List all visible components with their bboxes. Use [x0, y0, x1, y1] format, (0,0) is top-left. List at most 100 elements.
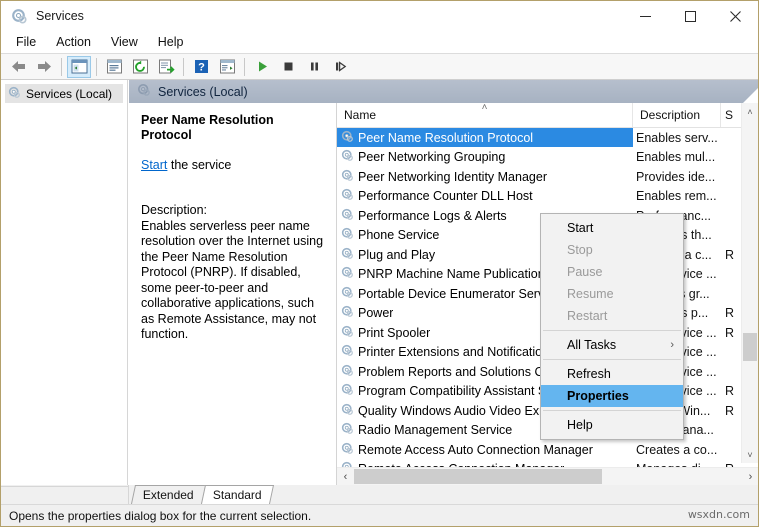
ctx-start[interactable]: Start	[541, 217, 683, 239]
service-name-cell: Performance Counter DLL Host	[337, 187, 633, 206]
column-header-status-label: S	[725, 108, 733, 122]
context-menu-item-label: Properties	[567, 389, 629, 403]
services-gear-icon	[341, 442, 354, 458]
tab-label: Standard	[213, 488, 262, 502]
column-header-status[interactable]: S	[721, 103, 743, 127]
service-description-cell: Enables rem...	[633, 189, 721, 203]
service-name-label: Plug and Play	[358, 248, 435, 262]
table-row[interactable]: Performance Counter DLL HostEnables rem.…	[337, 187, 758, 207]
service-name-cell: Peer Networking Identity Manager	[337, 167, 633, 186]
horizontal-scroll-thumb[interactable]	[354, 469, 602, 484]
refresh-icon[interactable]	[128, 56, 152, 78]
context-menu-item-label: Start	[567, 221, 593, 235]
export-list-icon[interactable]	[154, 56, 178, 78]
ctx-refresh[interactable]: Refresh	[541, 363, 683, 385]
ctx-resume: Resume	[541, 283, 683, 305]
ctx-help[interactable]: Help	[541, 414, 683, 436]
service-name-label: Peer Networking Grouping	[358, 150, 505, 164]
start-service-link[interactable]: Start	[141, 158, 167, 172]
column-header-description[interactable]: Description	[633, 103, 721, 127]
table-row[interactable]: Peer Networking GroupingEnables mul...	[337, 148, 758, 168]
column-header-name[interactable]: Name ˄	[337, 103, 633, 127]
title-bar: Services	[1, 1, 758, 31]
menu-help[interactable]: Help	[149, 33, 193, 51]
context-menu-item-label: Help	[567, 418, 593, 432]
help-icon[interactable]: ?	[189, 56, 213, 78]
status-message: Opens the properties dialog box for the …	[1, 509, 311, 523]
ctx-stop: Stop	[541, 239, 683, 261]
services-gear-icon	[341, 364, 354, 380]
start-service-suffix: the service	[167, 158, 231, 172]
selected-service-title: Peer Name Resolution Protocol	[141, 113, 326, 143]
console-tree-pane: Services (Local)	[1, 80, 128, 485]
horizontal-scrollbar[interactable]: ‹ ›	[337, 467, 758, 485]
menu-file[interactable]: File	[7, 33, 45, 51]
services-gear-icon	[341, 266, 354, 282]
context-menu-separator	[543, 410, 681, 411]
menu-view[interactable]: View	[102, 33, 147, 51]
tree-node-label: Services (Local)	[26, 87, 112, 101]
service-description-cell: Enables serv...	[633, 131, 721, 145]
context-menu-item-label: All Tasks	[567, 338, 616, 352]
service-name-label: Peer Networking Identity Manager	[358, 170, 547, 184]
toolbar-separator-3	[183, 58, 184, 76]
vertical-scrollbar[interactable]: ˄ ˅	[741, 103, 758, 463]
services-gear-icon	[341, 247, 354, 263]
services-gear-icon	[341, 403, 354, 419]
services-gear-icon	[341, 305, 354, 321]
menu-action[interactable]: Action	[47, 33, 100, 51]
service-name-label: Portable Device Enumerator Service	[358, 287, 560, 301]
ctx-properties[interactable]: Properties	[541, 385, 683, 407]
watermark-label: wsxdn.com	[688, 508, 750, 521]
context-menu-item-label: Resume	[567, 287, 614, 301]
service-context-menu: Start Stop Pause Resume Restart All Tasks › Ref…	[540, 213, 684, 440]
tab-standard[interactable]: Standard	[201, 485, 274, 504]
view-tabs: Extended Standard	[129, 485, 758, 504]
table-row[interactable]: Peer Networking Identity Manager Provides…	[337, 167, 758, 187]
service-description-cell: Provides ide...	[633, 170, 721, 184]
service-name-cell: Remote Access Auto Connection Manager	[337, 440, 633, 459]
close-button[interactable]	[713, 1, 758, 31]
service-description-cell: Creates a co...	[633, 443, 721, 457]
table-row[interactable]: Peer Name Resolution Protocol Enables ser…	[337, 128, 758, 148]
column-header-description-label: Description	[640, 108, 700, 122]
scroll-up-arrow-icon[interactable]: ˄	[742, 103, 758, 120]
services-gear-icon	[341, 286, 354, 302]
service-status-cell: R	[721, 404, 743, 418]
service-name-label: Radio Management Service	[358, 423, 512, 437]
minimize-button[interactable]	[623, 1, 668, 31]
tree-node-services-local[interactable]: Services (Local)	[5, 84, 123, 103]
service-status-cell: R	[721, 384, 743, 398]
ctx-all-tasks[interactable]: All Tasks ›	[541, 334, 683, 356]
restart-service-icon[interactable]	[328, 56, 352, 78]
service-name-label: Remote Access Auto Connection Manager	[358, 443, 593, 457]
context-menu-item-label: Pause	[567, 265, 602, 279]
maximize-button[interactable]	[668, 1, 713, 31]
result-pane-header: Services (Local)	[129, 80, 758, 103]
stop-service-icon[interactable]	[276, 56, 300, 78]
service-name-label: Peer Name Resolution Protocol	[358, 131, 533, 145]
show-hide-console-tree-icon[interactable]	[67, 56, 91, 78]
scroll-down-arrow-icon[interactable]: ˅	[742, 446, 758, 463]
services-gear-icon	[341, 169, 354, 185]
description-text: Enables serverless peer name resolution …	[141, 219, 326, 343]
vertical-scroll-thumb[interactable]	[743, 333, 757, 361]
services-gear-icon	[8, 86, 21, 102]
ctx-restart: Restart	[541, 305, 683, 327]
show-action-pane-icon[interactable]	[215, 56, 239, 78]
window-title: Services	[36, 9, 84, 23]
scroll-right-arrow-icon[interactable]: ›	[742, 471, 758, 483]
window-controls	[623, 1, 758, 31]
chevron-right-icon: ›	[670, 339, 674, 351]
pause-service-icon[interactable]	[302, 56, 326, 78]
properties-icon[interactable]	[102, 56, 126, 78]
start-service-icon[interactable]	[250, 56, 274, 78]
services-window: Services File Action View Help	[0, 0, 759, 527]
tab-extended[interactable]: Extended	[131, 485, 206, 504]
back-arrow-icon[interactable]	[6, 56, 30, 78]
service-name-label: Printer Extensions and Notifications	[358, 345, 555, 359]
forward-arrow-icon[interactable]	[32, 56, 56, 78]
context-menu-separator	[543, 359, 681, 360]
scroll-left-arrow-icon[interactable]: ‹	[337, 471, 354, 483]
table-row[interactable]: Remote Access Auto Connection Manager Cre…	[337, 440, 758, 460]
